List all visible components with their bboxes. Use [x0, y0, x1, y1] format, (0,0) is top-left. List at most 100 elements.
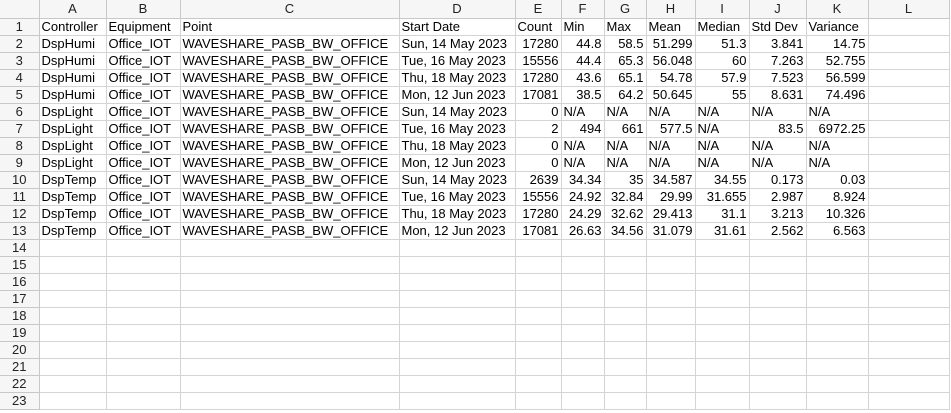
cell-c4[interactable]: WAVESHARE_PASB_BW_OFFICE: [180, 69, 400, 87]
row-header-11[interactable]: 11: [0, 188, 40, 206]
cell-k1[interactable]: Variance: [806, 18, 869, 36]
cell-k2[interactable]: 14.75: [806, 35, 869, 53]
cell-b2[interactable]: Office_IOT: [106, 35, 181, 53]
cell-k8[interactable]: N/A: [806, 137, 869, 155]
cell-d1[interactable]: Start Date: [399, 18, 516, 36]
cell-d22[interactable]: [399, 375, 516, 393]
cell-f13[interactable]: 26.63: [561, 222, 605, 240]
cell-e21[interactable]: [515, 358, 562, 376]
cell-a18[interactable]: [39, 307, 107, 325]
cell-a19[interactable]: [39, 324, 107, 342]
column-header-l[interactable]: L: [868, 0, 950, 19]
cell-b12[interactable]: Office_IOT: [106, 205, 181, 223]
cell-d14[interactable]: [399, 239, 516, 257]
cell-i18[interactable]: [695, 307, 750, 325]
cell-l13[interactable]: [868, 222, 950, 240]
cell-c2[interactable]: WAVESHARE_PASB_BW_OFFICE: [180, 35, 400, 53]
cell-a10[interactable]: DspTemp: [39, 171, 107, 189]
cell-h13[interactable]: 31.079: [646, 222, 696, 240]
cell-j23[interactable]: [749, 392, 807, 410]
cell-b21[interactable]: [106, 358, 181, 376]
cell-c15[interactable]: [180, 256, 400, 274]
cell-k3[interactable]: 52.755: [806, 52, 869, 70]
cell-d4[interactable]: Thu, 18 May 2023: [399, 69, 516, 87]
cell-e11[interactable]: 15556: [515, 188, 562, 206]
cell-h4[interactable]: 54.78: [646, 69, 696, 87]
cell-i21[interactable]: [695, 358, 750, 376]
cell-e1[interactable]: Count: [515, 18, 562, 36]
cell-e19[interactable]: [515, 324, 562, 342]
cell-c7[interactable]: WAVESHARE_PASB_BW_OFFICE: [180, 120, 400, 138]
row-header-22[interactable]: 22: [0, 375, 40, 393]
cell-j10[interactable]: 0.173: [749, 171, 807, 189]
cell-g4[interactable]: 65.1: [604, 69, 647, 87]
cell-f22[interactable]: [561, 375, 605, 393]
cell-b7[interactable]: Office_IOT: [106, 120, 181, 138]
cell-h19[interactable]: [646, 324, 696, 342]
cell-a6[interactable]: DspLight: [39, 103, 107, 121]
cell-b20[interactable]: [106, 341, 181, 359]
cell-i17[interactable]: [695, 290, 750, 308]
cell-k15[interactable]: [806, 256, 869, 274]
cell-i14[interactable]: [695, 239, 750, 257]
cell-g10[interactable]: 35: [604, 171, 647, 189]
cell-e23[interactable]: [515, 392, 562, 410]
cell-e7[interactable]: 2: [515, 120, 562, 138]
cell-f17[interactable]: [561, 290, 605, 308]
cell-a15[interactable]: [39, 256, 107, 274]
cell-k4[interactable]: 56.599: [806, 69, 869, 87]
cell-l5[interactable]: [868, 86, 950, 104]
row-header-17[interactable]: 17: [0, 290, 40, 308]
cell-d9[interactable]: Mon, 12 Jun 2023: [399, 154, 516, 172]
cell-e20[interactable]: [515, 341, 562, 359]
cell-a21[interactable]: [39, 358, 107, 376]
cell-l15[interactable]: [868, 256, 950, 274]
cell-j9[interactable]: N/A: [749, 154, 807, 172]
cell-k6[interactable]: N/A: [806, 103, 869, 121]
cell-j3[interactable]: 7.263: [749, 52, 807, 70]
cell-f21[interactable]: [561, 358, 605, 376]
cell-e8[interactable]: 0: [515, 137, 562, 155]
cell-j22[interactable]: [749, 375, 807, 393]
cell-j14[interactable]: [749, 239, 807, 257]
cell-f23[interactable]: [561, 392, 605, 410]
cell-k10[interactable]: 0.03: [806, 171, 869, 189]
row-header-6[interactable]: 6: [0, 103, 40, 121]
cell-l7[interactable]: [868, 120, 950, 138]
cell-a20[interactable]: [39, 341, 107, 359]
column-header-g[interactable]: G: [604, 0, 647, 19]
cell-f19[interactable]: [561, 324, 605, 342]
cell-d5[interactable]: Mon, 12 Jun 2023: [399, 86, 516, 104]
cell-h3[interactable]: 56.048: [646, 52, 696, 70]
cell-e17[interactable]: [515, 290, 562, 308]
cell-h14[interactable]: [646, 239, 696, 257]
cell-g21[interactable]: [604, 358, 647, 376]
cell-g3[interactable]: 65.3: [604, 52, 647, 70]
cell-j7[interactable]: 83.5: [749, 120, 807, 138]
cell-f5[interactable]: 38.5: [561, 86, 605, 104]
cell-h2[interactable]: 51.299: [646, 35, 696, 53]
row-header-18[interactable]: 18: [0, 307, 40, 325]
row-header-14[interactable]: 14: [0, 239, 40, 257]
cell-i20[interactable]: [695, 341, 750, 359]
cell-e12[interactable]: 17280: [515, 205, 562, 223]
cell-h1[interactable]: Mean: [646, 18, 696, 36]
cell-e10[interactable]: 2639: [515, 171, 562, 189]
cell-j16[interactable]: [749, 273, 807, 291]
cell-k16[interactable]: [806, 273, 869, 291]
cell-h12[interactable]: 29.413: [646, 205, 696, 223]
cell-d2[interactable]: Sun, 14 May 2023: [399, 35, 516, 53]
cell-i12[interactable]: 31.1: [695, 205, 750, 223]
cell-j11[interactable]: 2.987: [749, 188, 807, 206]
row-header-5[interactable]: 5: [0, 86, 40, 104]
cell-c1[interactable]: Point: [180, 18, 400, 36]
cell-h22[interactable]: [646, 375, 696, 393]
cell-f6[interactable]: N/A: [561, 103, 605, 121]
cell-g13[interactable]: 34.56: [604, 222, 647, 240]
cell-h10[interactable]: 34.587: [646, 171, 696, 189]
cell-g15[interactable]: [604, 256, 647, 274]
cell-f3[interactable]: 44.4: [561, 52, 605, 70]
cell-c6[interactable]: WAVESHARE_PASB_BW_OFFICE: [180, 103, 400, 121]
cell-i13[interactable]: 31.61: [695, 222, 750, 240]
column-header-c[interactable]: C: [180, 0, 400, 19]
